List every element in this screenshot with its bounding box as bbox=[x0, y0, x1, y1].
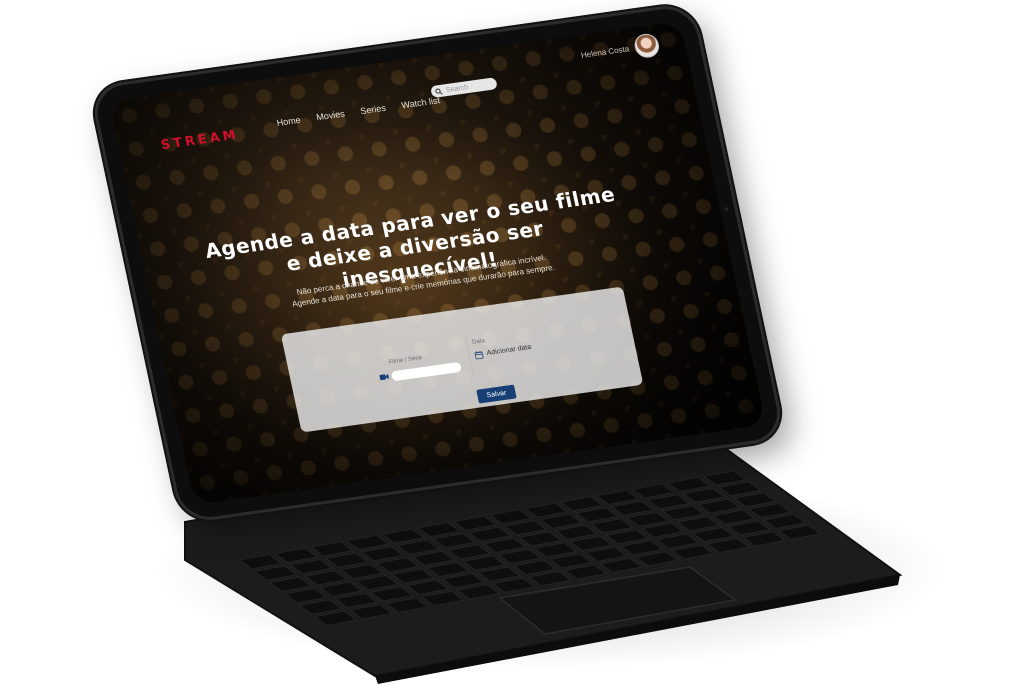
save-button[interactable]: Salvar bbox=[476, 384, 517, 404]
date-picker[interactable]: Adicionar data bbox=[486, 344, 532, 357]
date-label: Data bbox=[471, 338, 486, 346]
user-name: Helena Costa bbox=[580, 43, 630, 60]
film-label: Filme / Série bbox=[388, 355, 423, 366]
film-input[interactable] bbox=[390, 361, 463, 382]
device-mockup: STREAM Home Movies Series Watch list Sea… bbox=[0, 0, 1025, 684]
camera-dot bbox=[724, 207, 729, 212]
screen: STREAM Home Movies Series Watch list Sea… bbox=[108, 20, 767, 506]
calendar-icon bbox=[474, 350, 484, 360]
tablet-wrap: STREAM Home Movies Series Watch list Sea… bbox=[0, 0, 1025, 684]
video-camera-icon bbox=[379, 373, 390, 381]
search-placeholder: Search bbox=[445, 83, 469, 94]
tablet: STREAM Home Movies Series Watch list Sea… bbox=[88, 1, 787, 525]
avatar[interactable] bbox=[632, 32, 662, 60]
search-icon bbox=[435, 87, 443, 95]
